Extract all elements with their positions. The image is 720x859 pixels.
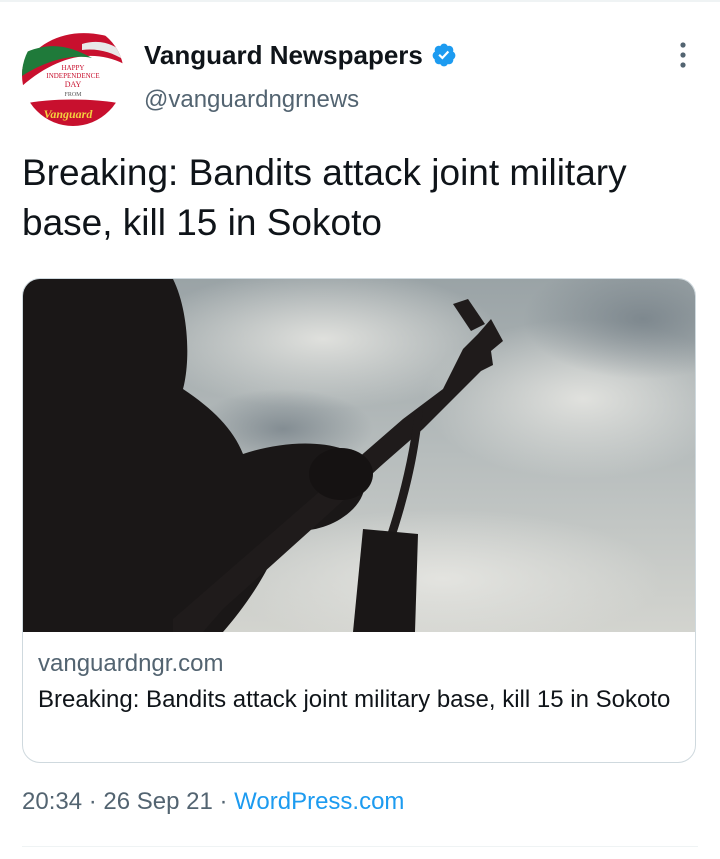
- meta-separator: ·: [212, 788, 235, 815]
- author-display-name[interactable]: Vanguard Newspapers: [144, 38, 423, 72]
- card-image[interactable]: [23, 279, 695, 632]
- verified-badge-icon: [431, 42, 457, 68]
- tweet-detail: HAPPY INDEPENDENCE DAY FROM Vanguard Van…: [0, 0, 720, 859]
- tweet-date[interactable]: 26 Sep 21: [103, 788, 212, 815]
- more-vertical-icon[interactable]: [668, 38, 698, 72]
- tweet-text: Breaking: Bandits attack joint military …: [22, 152, 627, 243]
- tweet-source-link[interactable]: WordPress.com: [234, 788, 404, 815]
- tweet-time[interactable]: 20:34: [22, 788, 82, 815]
- avatar-brand: Vanguard: [44, 107, 94, 121]
- avatar[interactable]: HAPPY INDEPENDENCE DAY FROM Vanguard: [22, 24, 124, 126]
- tweet-meta: 20:34 · 26 Sep 21 · WordPress.com: [22, 786, 404, 818]
- avatar-text-3: DAY: [65, 80, 82, 89]
- card-domain: vanguardngr.com: [38, 650, 224, 677]
- avatar-text-2: INDEPENDENCE: [46, 72, 99, 80]
- top-divider: [0, 0, 720, 2]
- link-card[interactable]: vanguardngr.com Breaking: Bandits attack…: [22, 278, 696, 763]
- card-title: Breaking: Bandits attack joint military …: [38, 686, 671, 713]
- bottom-divider: [22, 846, 698, 847]
- avatar-text-1: HAPPY: [62, 64, 85, 72]
- author-name-row[interactable]: Vanguard Newspapers: [144, 38, 457, 72]
- author-handle[interactable]: @vanguardngrnews: [144, 84, 359, 116]
- avatar-text-4: FROM: [64, 92, 82, 98]
- meta-separator: ·: [82, 788, 104, 815]
